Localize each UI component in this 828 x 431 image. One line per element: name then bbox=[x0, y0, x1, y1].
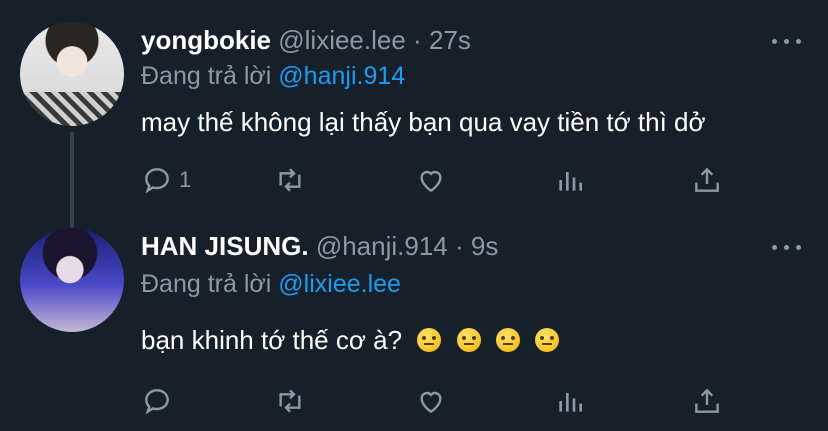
share-icon bbox=[695, 167, 719, 192]
like-button[interactable] bbox=[415, 383, 447, 419]
reply-count: 1 bbox=[179, 167, 192, 192]
timestamp[interactable]: 27s bbox=[429, 25, 471, 55]
reply-prefix: Đang trả lời bbox=[141, 270, 272, 298]
display-name[interactable]: HAN JISUNG. bbox=[141, 231, 309, 261]
retweet-icon bbox=[279, 389, 301, 413]
more-icon[interactable] bbox=[772, 36, 802, 46]
reply-mention-link[interactable]: @hanji.914 bbox=[278, 62, 405, 90]
share-icon bbox=[695, 388, 719, 413]
raised-eyebrow-emoji-icon bbox=[417, 328, 442, 352]
raised-eyebrow-emoji-icon bbox=[534, 328, 559, 352]
retweet-button[interactable] bbox=[274, 383, 306, 419]
tweet-actions bbox=[141, 383, 741, 419]
separator: · bbox=[413, 25, 422, 55]
timestamp[interactable]: 9s bbox=[471, 231, 498, 261]
user-handle[interactable]: @lixiee.lee bbox=[278, 25, 406, 55]
user-handle[interactable]: @hanji.914 bbox=[316, 231, 448, 261]
tweet-header: HAN JISUNG. @hanji.914 · 9s bbox=[141, 230, 498, 262]
tweet-text: bạn khinh tớ thế cơ à? bbox=[141, 325, 403, 355]
retweet-icon bbox=[279, 168, 301, 192]
replying-to: Đang trả lời @lixiee.lee bbox=[141, 268, 401, 300]
avatar[interactable] bbox=[20, 228, 124, 332]
analytics-icon bbox=[559, 172, 582, 191]
retweet-button[interactable] bbox=[274, 162, 306, 198]
reply-button[interactable]: 1 bbox=[141, 162, 191, 198]
tweet-actions: 1 bbox=[141, 162, 741, 198]
share-button[interactable] bbox=[691, 383, 723, 419]
thread-line bbox=[70, 132, 74, 228]
tweet-header: yongbokie @lixiee.lee · 27s bbox=[141, 24, 471, 56]
analytics-button[interactable] bbox=[554, 383, 586, 419]
replying-to: Đang trả lời @hanji.914 bbox=[141, 60, 405, 92]
analytics-icon bbox=[559, 393, 582, 412]
reply-icon bbox=[145, 389, 169, 415]
tweet-text-line: bạn khinh tớ thế cơ à? bbox=[141, 323, 559, 357]
like-icon bbox=[420, 391, 442, 414]
display-name[interactable]: yongbokie bbox=[141, 25, 271, 55]
share-button[interactable] bbox=[691, 162, 723, 198]
tweet-text: may thế không lại thấy bạn qua vay tiền … bbox=[141, 107, 706, 137]
raised-eyebrow-emoji-icon bbox=[495, 328, 520, 352]
avatar[interactable] bbox=[20, 22, 124, 126]
like-button[interactable] bbox=[415, 162, 447, 198]
reply-icon bbox=[145, 168, 169, 194]
reply-button[interactable] bbox=[141, 383, 179, 419]
reply-mention-link[interactable]: @lixiee.lee bbox=[278, 270, 401, 298]
raised-eyebrow-emoji-icon bbox=[456, 328, 481, 352]
analytics-button[interactable] bbox=[554, 162, 586, 198]
reply-prefix: Đang trả lời bbox=[141, 62, 272, 90]
more-icon[interactable] bbox=[772, 242, 802, 252]
separator: · bbox=[454, 231, 464, 261]
like-icon bbox=[420, 170, 442, 193]
